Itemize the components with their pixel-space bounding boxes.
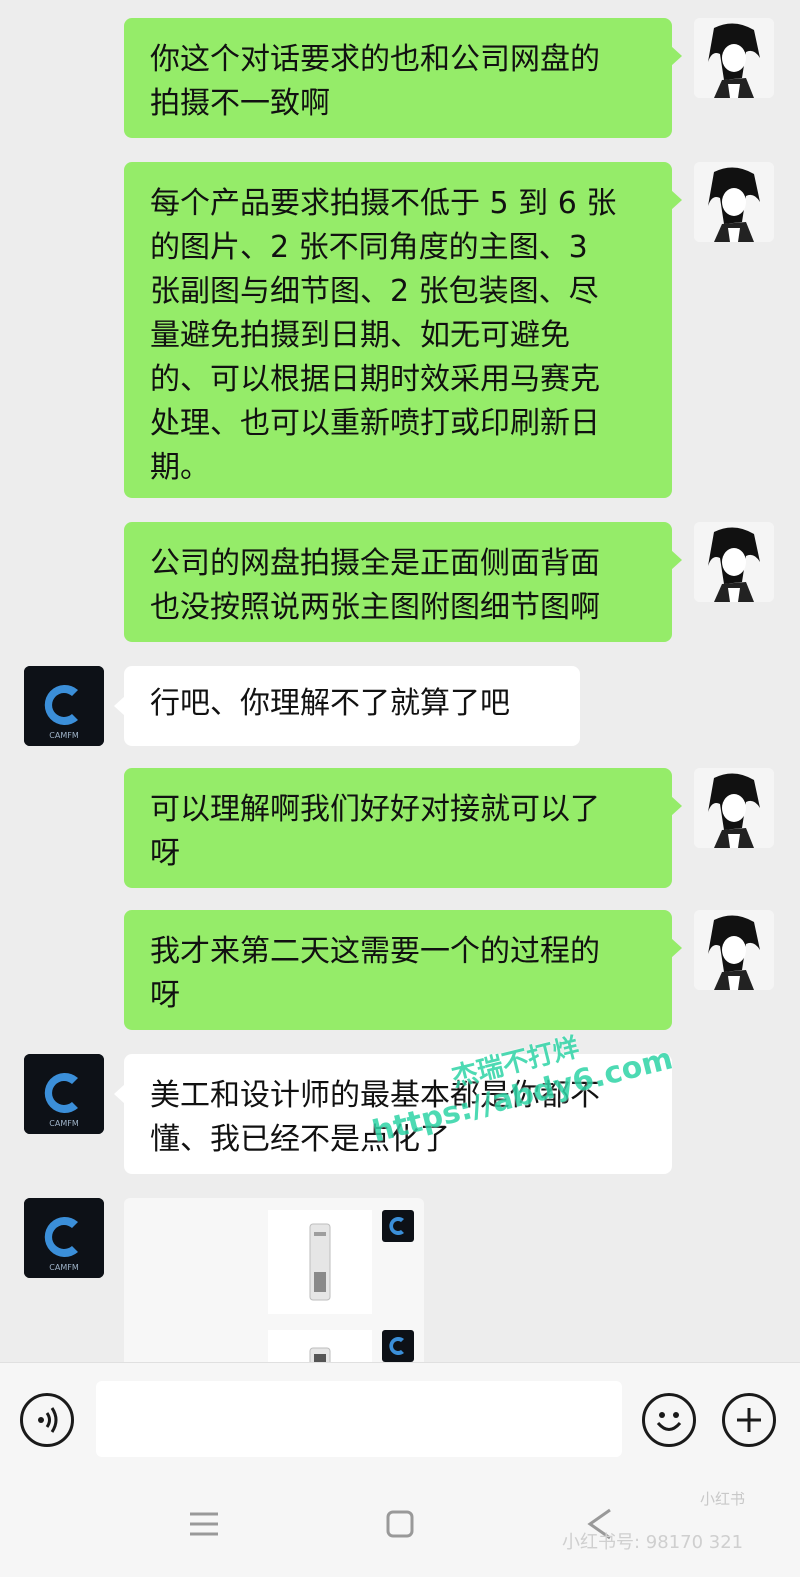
my-avatar[interactable] <box>694 910 774 990</box>
my-avatar[interactable] <box>694 522 774 602</box>
voice-button[interactable] <box>20 1393 74 1447</box>
message-bubble-incoming[interactable]: 美工和设计师的最基本都是你都不 懂、我已经不是点化了 <box>114 1054 672 1174</box>
home-icon <box>386 1510 414 1538</box>
avatar-brand-text: CAMFM <box>49 731 79 740</box>
emoji-button[interactable] <box>642 1393 696 1447</box>
contact-avatar[interactable]: CAMFM <box>24 1198 104 1278</box>
user-id-watermark: 小红书号: 98170 321 <box>562 1532 744 1553</box>
voice-icon <box>38 1407 58 1433</box>
product-thumbnail[interactable] <box>268 1210 372 1314</box>
menu-button[interactable] <box>182 1502 226 1546</box>
contact-avatar[interactable]: CAMFM <box>24 1054 104 1134</box>
camfm-logo-icon: CAMFM <box>24 1054 104 1134</box>
avatar-illustration-icon <box>694 522 774 602</box>
camfm-small-logo-icon <box>382 1210 414 1242</box>
plus-icon <box>737 1408 761 1432</box>
avatar-illustration-icon <box>694 18 774 98</box>
camfm-logo-icon: CAMFM <box>24 1198 104 1278</box>
message-bubble-incoming[interactable]: 行吧、你理解不了就算了吧 <box>114 666 580 746</box>
shared-image-message[interactable] <box>124 1198 424 1372</box>
message-bubble-outgoing[interactable]: 你这个对话要求的也和公司网盘的 拍摄不一致啊 <box>124 18 682 138</box>
chat-area[interactable]: 你这个对话要求的也和公司网盘的 拍摄不一致啊 每个产品要求拍摄不低于 5 到 6… <box>0 0 800 1372</box>
product-device-icon <box>309 1223 331 1301</box>
contact-avatar[interactable]: CAMFM <box>24 666 104 746</box>
home-button[interactable] <box>378 1502 422 1546</box>
avatar-illustration-icon <box>694 768 774 848</box>
camfm-logo-icon: CAMFM <box>24 666 104 746</box>
emoji-icon <box>656 1412 682 1431</box>
message-input[interactable] <box>96 1381 622 1457</box>
avatar-illustration-icon <box>694 162 774 242</box>
avatar-illustration-icon <box>694 910 774 990</box>
message-bubble-outgoing[interactable]: 公司的网盘拍摄全是正面侧面背面 也没按照说两张主图附图细节图啊 <box>124 522 682 642</box>
message-bubble-outgoing[interactable]: 每个产品要求拍摄不低于 5 到 6 张 的图片、2 张不同角度的主图、3 张副图… <box>124 162 682 498</box>
message-bubble-outgoing[interactable]: 我才来第二天这需要一个的过程的 呀 <box>124 910 682 1030</box>
avatar-brand-text: CAMFM <box>49 1263 79 1272</box>
system-nav-bar: 小红书 小红书号: 98170 321 <box>0 1472 800 1577</box>
my-avatar[interactable] <box>694 768 774 848</box>
my-avatar[interactable] <box>694 18 774 98</box>
camfm-small-logo-icon <box>382 1330 414 1362</box>
menu-icon <box>190 1512 218 1536</box>
input-bar <box>0 1362 800 1472</box>
avatar-brand-text: CAMFM <box>49 1119 79 1128</box>
message-bubble-outgoing[interactable]: 可以理解啊我们好好对接就可以了 呀 <box>124 768 682 888</box>
add-button[interactable] <box>722 1393 776 1447</box>
brand-watermark: 小红书 <box>700 1490 746 1508</box>
my-avatar[interactable] <box>694 162 774 242</box>
